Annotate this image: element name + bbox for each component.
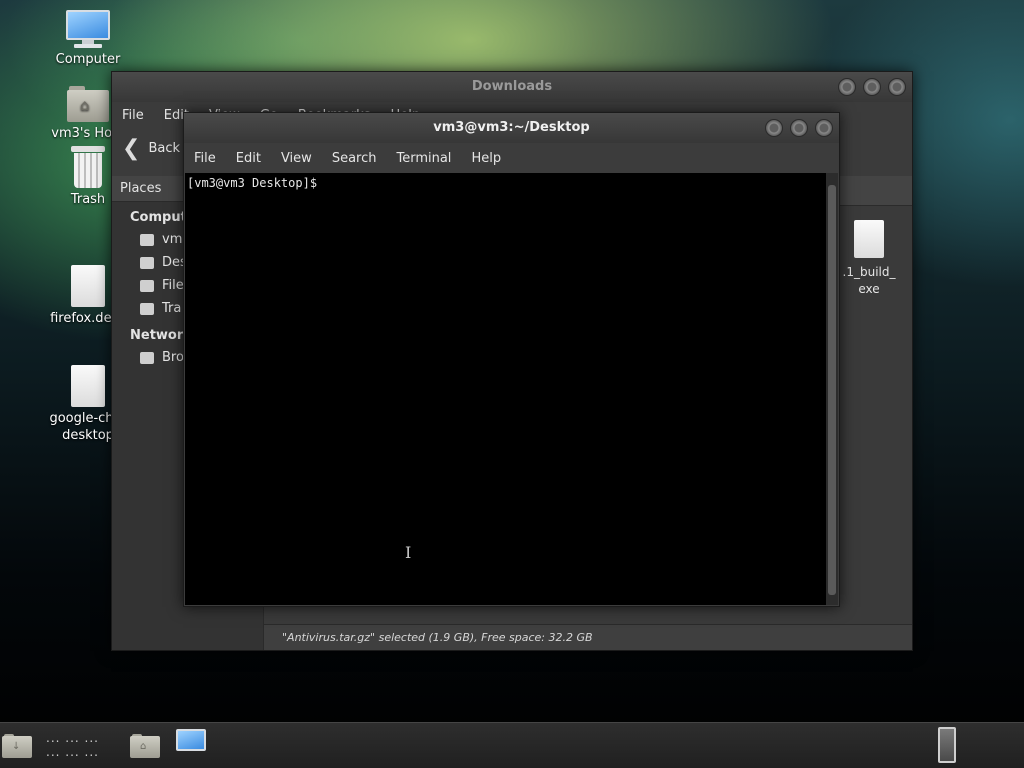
maximize-button[interactable] [790, 119, 808, 137]
desktop-folder-icon [140, 256, 154, 269]
sidebar-item-label: File [162, 278, 184, 293]
home-folder-icon: ⌂ [67, 86, 109, 122]
back-button[interactable]: Back [148, 141, 180, 156]
terminal-prompt: [vm3@vm3 Desktop]$ [187, 176, 318, 190]
desktop-icon-label: Computer [55, 52, 121, 67]
status-bar: "Antivirus.tar.gz" selected (1.9 GB), Fr… [264, 624, 912, 650]
terminal-titlebar[interactable]: vm3@vm3:~/Desktop [184, 113, 839, 143]
taskbar-downloads-folder[interactable]: ↓ [2, 727, 32, 758]
taskbar: ↓ ... ... ... ... ... ... ⌂ [0, 722, 1024, 768]
home-icon [140, 233, 154, 246]
network-icon [140, 351, 154, 364]
menu-help[interactable]: Help [461, 151, 511, 166]
workspace-switcher[interactable]: ... ... ... ... ... ... [46, 731, 99, 759]
menu-view[interactable]: View [271, 151, 322, 166]
sidebar-item-label: Bro [162, 350, 184, 365]
back-arrow-icon[interactable]: ❮ [122, 136, 140, 161]
trash-applet-icon[interactable] [938, 727, 956, 763]
desktop-icon-computer[interactable]: Computer [38, 10, 138, 68]
menu-edit[interactable]: Edit [226, 151, 271, 166]
sidebar-item-label: Tra [162, 301, 182, 316]
file-icon [854, 220, 884, 258]
terminal-screen[interactable]: [vm3@vm3 Desktop]$ I [185, 173, 826, 605]
home-folder-icon: ⌂ [130, 734, 160, 758]
minimize-button[interactable] [765, 119, 783, 137]
taskbar-home-folder[interactable]: ⌂ [130, 727, 160, 758]
drive-icon [140, 279, 154, 292]
computer-icon [174, 729, 222, 767]
menu-file[interactable]: File [112, 108, 154, 123]
window-title: Downloads [471, 79, 553, 94]
desktop-file-icon [71, 265, 105, 307]
close-button[interactable] [888, 78, 906, 96]
computer-icon [64, 10, 112, 48]
workspace-row: ... ... ... [46, 731, 99, 745]
terminal-menubar: File Edit View Search Terminal Help [184, 143, 839, 173]
menu-search[interactable]: Search [322, 151, 387, 166]
maximize-button[interactable] [863, 78, 881, 96]
terminal-window[interactable]: vm3@vm3:~/Desktop File Edit View Search … [183, 112, 840, 607]
downloads-folder-icon: ↓ [2, 734, 32, 758]
scrollbar-thumb[interactable] [828, 185, 836, 595]
workspace-row: ... ... ... [46, 745, 99, 759]
desktop-file-icon [71, 365, 105, 407]
menu-file[interactable]: File [184, 151, 226, 166]
close-button[interactable] [815, 119, 833, 137]
minimize-button[interactable] [838, 78, 856, 96]
menu-terminal[interactable]: Terminal [386, 151, 461, 166]
taskbar-computer[interactable] [174, 729, 222, 767]
trash-icon [140, 302, 154, 315]
window-title: vm3@vm3:~/Desktop [433, 120, 590, 135]
file-manager-titlebar[interactable]: Downloads [112, 72, 912, 102]
trash-icon [71, 146, 105, 188]
text-cursor-icon: I [405, 543, 412, 562]
terminal-scrollbar[interactable] [826, 173, 838, 605]
